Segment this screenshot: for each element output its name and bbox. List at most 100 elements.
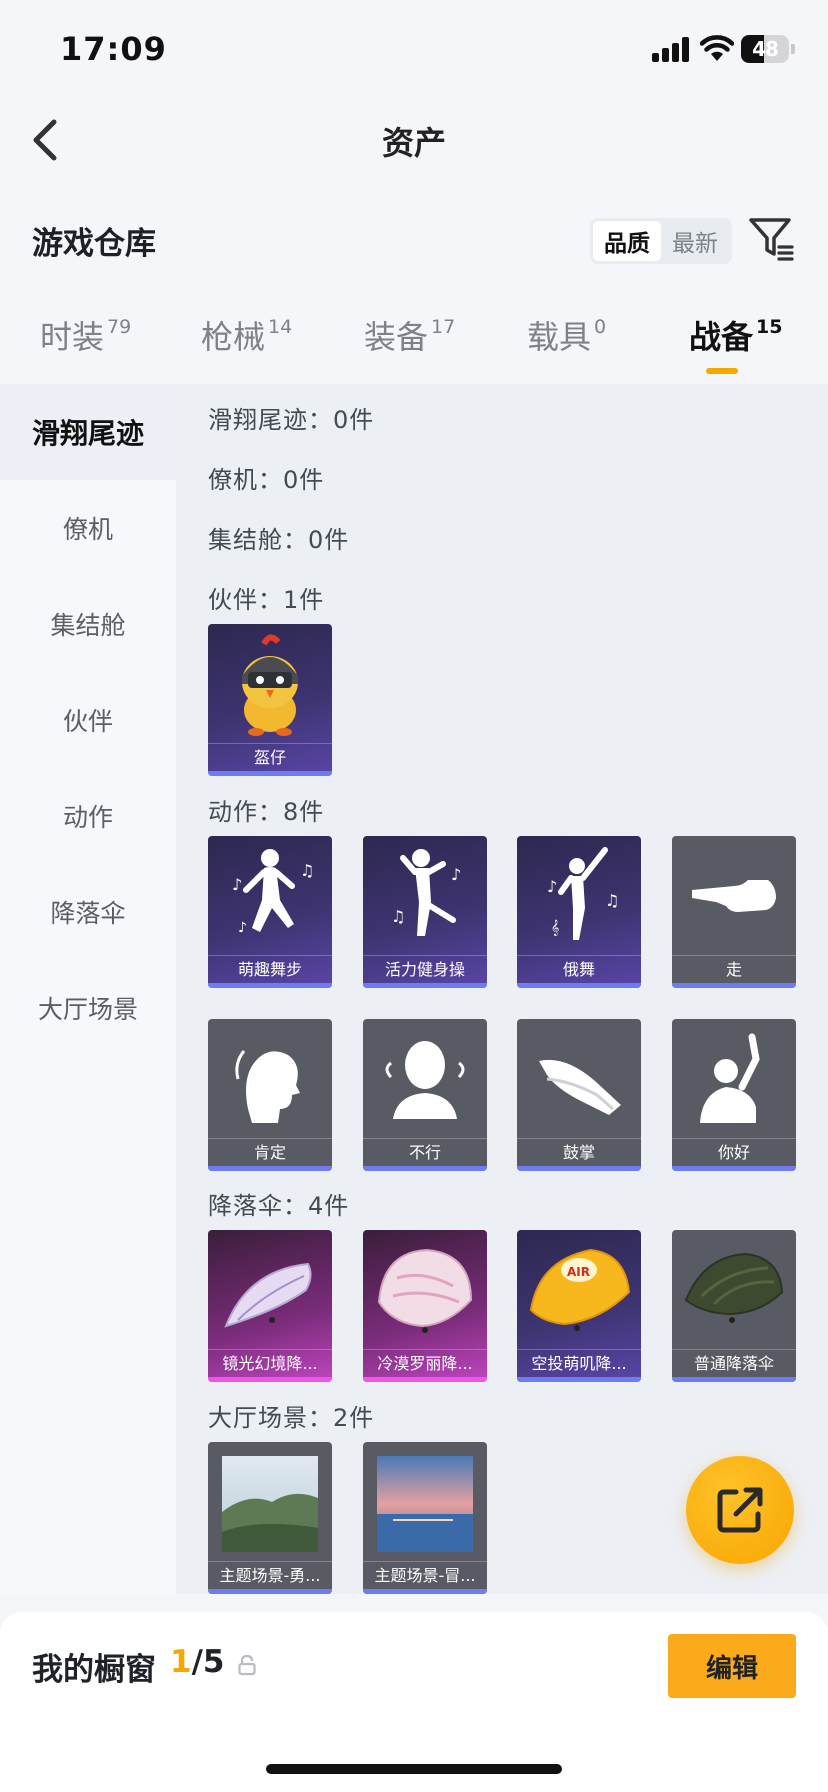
item-card[interactable]: 盔仔 <box>208 624 332 776</box>
item-card[interactable]: 不行 <box>363 1019 487 1171</box>
rarity-bar <box>208 771 332 776</box>
sidebar-item-emote[interactable]: 动作 <box>0 768 176 864</box>
item-card[interactable]: ♪ ♫ ♪ 萌趣舞步 <box>208 836 332 988</box>
seascape-icon <box>377 1456 473 1552</box>
home-indicator[interactable] <box>266 1764 562 1774</box>
rarity-bar <box>517 1166 641 1171</box>
svg-text:𝄞: 𝄞 <box>551 920 559 936</box>
sidebar: 滑翔尾迹 僚机 集结舱 伙伴 动作 降落伞 大厅场景 <box>0 384 176 1594</box>
rarity-bar <box>517 983 641 988</box>
rarity-bar <box>363 983 487 988</box>
item-card[interactable]: 走 <box>672 836 796 988</box>
item-card[interactable]: 主题场景-勇... <box>208 1442 332 1594</box>
tab-label: 载具 <box>527 318 592 356</box>
parachute-icon <box>684 1252 784 1323</box>
svg-text:AIR: AIR <box>567 1265 590 1279</box>
battery-cap <box>791 44 795 54</box>
rarity-bar <box>208 1589 332 1594</box>
item-name: 俄舞 <box>517 955 641 983</box>
item-name: 你好 <box>672 1138 796 1166</box>
rarity-bar <box>208 1166 332 1171</box>
category-header: 集结舱：0件 <box>208 526 350 554</box>
sort-option-quality[interactable]: 品质 <box>593 221 661 261</box>
rarity-bar <box>363 1589 487 1594</box>
tab-label: 装备 <box>364 318 429 356</box>
category-header: 降落伞：4件 <box>208 1192 350 1220</box>
wifi-icon <box>700 35 734 61</box>
item-card[interactable]: 镜光幻境降... <box>208 1230 332 1382</box>
parachute-icon <box>377 1248 473 1333</box>
sidebar-item-lobby-scene[interactable]: 大厅场景 <box>0 960 176 1056</box>
tab-label: 枪械 <box>201 318 266 356</box>
item-card[interactable]: 主题场景-冒... <box>363 1442 487 1594</box>
tab-count: 14 <box>268 316 293 338</box>
svg-text:♫: ♫ <box>300 861 314 880</box>
battery-icon: 48 <box>741 35 789 63</box>
item-name: 肯定 <box>208 1138 332 1166</box>
category-header: 动作：8件 <box>208 798 325 826</box>
item-name: 萌趣舞步 <box>208 955 332 983</box>
item-name: 鼓掌 <box>517 1138 641 1166</box>
svg-text:♫: ♫ <box>391 907 405 926</box>
landscape-icon <box>222 1456 318 1552</box>
filter-icon[interactable] <box>748 214 794 264</box>
item-name: 主题场景-冒... <box>363 1561 487 1589</box>
item-card[interactable]: 普通降落伞 <box>672 1230 796 1382</box>
tab-label: 时装 <box>40 318 105 356</box>
tab-count: 0 <box>594 316 607 338</box>
status-bar: 17:09 48 <box>0 0 828 100</box>
svg-text:♪: ♪ <box>451 865 461 884</box>
page-title: 资产 <box>381 124 446 162</box>
rarity-bar <box>672 1377 796 1382</box>
section-title: 游戏仓库 <box>32 226 156 262</box>
item-card[interactable]: ♪ ♫ 活力健身操 <box>363 836 487 988</box>
workout-icon: ♪♫ <box>391 849 461 936</box>
share-icon <box>717 1487 763 1533</box>
item-card[interactable]: 你好 <box>672 1019 796 1171</box>
item-name: 普通降落伞 <box>672 1349 796 1377</box>
sidebar-item-parachute[interactable]: 降落伞 <box>0 864 176 960</box>
share-button[interactable] <box>686 1456 794 1564</box>
svg-text:♪: ♪ <box>547 877 557 896</box>
active-tab-indicator <box>706 368 738 374</box>
sidebar-item-companion[interactable]: 伙伴 <box>0 672 176 768</box>
rarity-bar <box>672 1166 796 1171</box>
sidebar-item-rally-pod[interactable]: 集结舱 <box>0 576 176 672</box>
sidebar-item-wingman[interactable]: 僚机 <box>0 480 176 576</box>
rarity-bar <box>208 983 332 988</box>
edit-button[interactable]: 编辑 <box>668 1634 796 1698</box>
battery-level: 48 <box>752 37 779 61</box>
tab-count: 17 <box>431 316 456 338</box>
category-header: 僚机：0件 <box>208 466 325 494</box>
sort-toggle[interactable]: 品质 最新 <box>590 218 732 264</box>
showcase-count: 1/5 <box>170 1644 224 1680</box>
rarity-bar <box>208 1377 332 1382</box>
tab-label: 战备 <box>689 318 754 356</box>
parachute-icon <box>224 1262 312 1328</box>
tab-equipment[interactable]: 装备 17 <box>364 312 455 382</box>
tab-vehicles[interactable]: 载具 0 <box>527 312 606 382</box>
tab-fashion[interactable]: 时装 79 <box>40 312 131 382</box>
item-card[interactable]: AIR 空投萌叽降... <box>517 1230 641 1382</box>
sort-option-newest[interactable]: 最新 <box>661 221 729 261</box>
rarity-bar <box>672 983 796 988</box>
item-name: 镜光幻境降... <box>208 1349 332 1377</box>
head-shake-icon <box>385 1041 465 1119</box>
tab-count: 79 <box>107 316 132 338</box>
rarity-bar <box>363 1166 487 1171</box>
item-name: 空投萌叽降... <box>517 1349 641 1377</box>
category-tabs: 时装 79 枪械 14 装备 17 载具 0 战备 15 <box>0 312 828 384</box>
tab-weapons[interactable]: 枪械 14 <box>201 312 292 382</box>
item-name: 盔仔 <box>208 743 332 771</box>
item-card[interactable]: 冷漠罗丽降... <box>363 1230 487 1382</box>
wave-icon <box>700 1033 760 1123</box>
item-card[interactable]: ♪ ♫ 𝄞 俄舞 <box>517 836 641 988</box>
item-card[interactable]: 肯定 <box>208 1019 332 1171</box>
lock-icon <box>238 1654 256 1676</box>
sidebar-item-glide-trail[interactable]: 滑翔尾迹 <box>0 384 176 480</box>
svg-text:♪: ♪ <box>232 875 242 894</box>
showcase-label: 我的橱窗 <box>32 1652 156 1688</box>
item-card[interactable]: 鼓掌 <box>517 1019 641 1171</box>
ballet-icon: ♪ ♫ 𝄞 <box>547 847 619 940</box>
item-name: 主题场景-勇... <box>208 1561 332 1589</box>
